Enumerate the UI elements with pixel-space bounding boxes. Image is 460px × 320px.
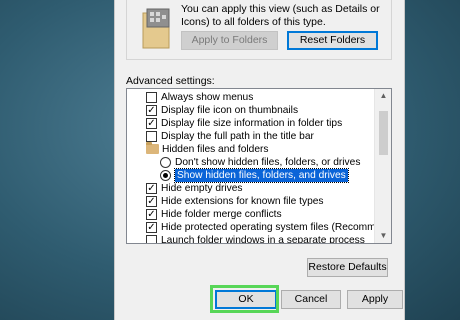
- apply-to-folders-button[interactable]: Apply to Folders: [181, 31, 278, 50]
- tree-option-row[interactable]: Launch folder windows in a separate proc…: [127, 234, 375, 244]
- advanced-settings-list: Always show menus ✓ Display file icon on t…: [127, 91, 391, 244]
- folder-views-description: You can apply this view (such as Details…: [181, 3, 380, 28]
- tree-option-row[interactable]: ✓ Hide empty drives: [127, 182, 375, 195]
- scroll-thumb[interactable]: [379, 111, 388, 155]
- radio-unselected[interactable]: [160, 157, 171, 168]
- tree-scrollbar[interactable]: ▲ ▼: [374, 89, 391, 243]
- tree-item-label: Hide protected operating system files (R…: [161, 222, 392, 233]
- restore-defaults-button[interactable]: Restore Defaults: [307, 258, 388, 277]
- checkbox-unchecked[interactable]: [146, 131, 157, 142]
- advanced-settings-tree[interactable]: Always show menus ✓ Display file icon on t…: [126, 88, 392, 244]
- tree-option-row[interactable]: Always show menus: [127, 91, 375, 104]
- tree-item-label: Display file icon on thumbnails: [161, 105, 299, 116]
- checkbox-unchecked[interactable]: [146, 235, 157, 243]
- checkbox-unchecked[interactable]: [146, 92, 157, 103]
- radio-selected[interactable]: [160, 170, 171, 181]
- tree-item-label: Display the full path in the title bar: [161, 131, 314, 142]
- tree-item-label: Don't show hidden files, folders, or dri…: [175, 157, 361, 168]
- tree-option-row[interactable]: Display the full path in the title bar: [127, 130, 375, 143]
- tree-option-row[interactable]: ✓ Hide protected operating system files (…: [127, 221, 391, 234]
- tree-folder-row: Hidden files and folders: [127, 142, 375, 156]
- reset-folders-button[interactable]: Reset Folders: [287, 31, 378, 50]
- radio-dot-icon: [163, 173, 168, 178]
- tree-item-label: Hidden files and folders: [162, 144, 269, 155]
- tree-option-row[interactable]: ✓ Display file size information in folder…: [127, 117, 375, 130]
- folder-views-icon: [142, 8, 170, 49]
- scroll-up-arrow-icon[interactable]: ▲: [375, 89, 391, 103]
- tree-item-label: Hide folder merge conflicts: [161, 209, 282, 220]
- apply-button[interactable]: Apply: [347, 290, 403, 309]
- folder-icon: [146, 142, 159, 154]
- checkbox-checked[interactable]: ✓: [146, 209, 157, 220]
- tree-option-row[interactable]: ✓ Hide extensions for known file types: [127, 195, 375, 208]
- cancel-button[interactable]: Cancel: [281, 290, 341, 309]
- folder-options-dialog: You can apply this view (such as Details…: [114, 0, 405, 320]
- tree-option-row[interactable]: Don't show hidden files, folders, or dri…: [127, 156, 375, 169]
- tree-option-row[interactable]: Show hidden files, folders, and drives: [127, 168, 375, 183]
- checkbox-checked[interactable]: ✓: [146, 105, 157, 116]
- tree-option-row[interactable]: ✓ Hide folder merge conflicts: [127, 208, 375, 221]
- checkbox-checked[interactable]: ✓: [146, 183, 157, 194]
- tree-item-label: Display file size information in folder …: [161, 118, 343, 129]
- tree-item-label: Hide extensions for known file types: [161, 196, 324, 207]
- tree-item-label: Launch folder windows in a separate proc…: [161, 235, 365, 244]
- tree-item-label: Always show menus: [161, 92, 254, 103]
- checkbox-checked[interactable]: ✓: [146, 222, 157, 233]
- checkbox-checked[interactable]: ✓: [146, 118, 157, 129]
- advanced-settings-label: Advanced settings:: [126, 75, 215, 87]
- tree-item-label: Show hidden files, folders, and drives: [174, 168, 349, 183]
- ok-highlight-box: [210, 285, 279, 313]
- checkbox-checked[interactable]: ✓: [146, 196, 157, 207]
- scroll-down-arrow-icon[interactable]: ▼: [375, 229, 391, 243]
- tree-option-row[interactable]: ✓ Display file icon on thumbnails: [127, 104, 375, 117]
- tree-item-label: Hide empty drives: [161, 183, 243, 194]
